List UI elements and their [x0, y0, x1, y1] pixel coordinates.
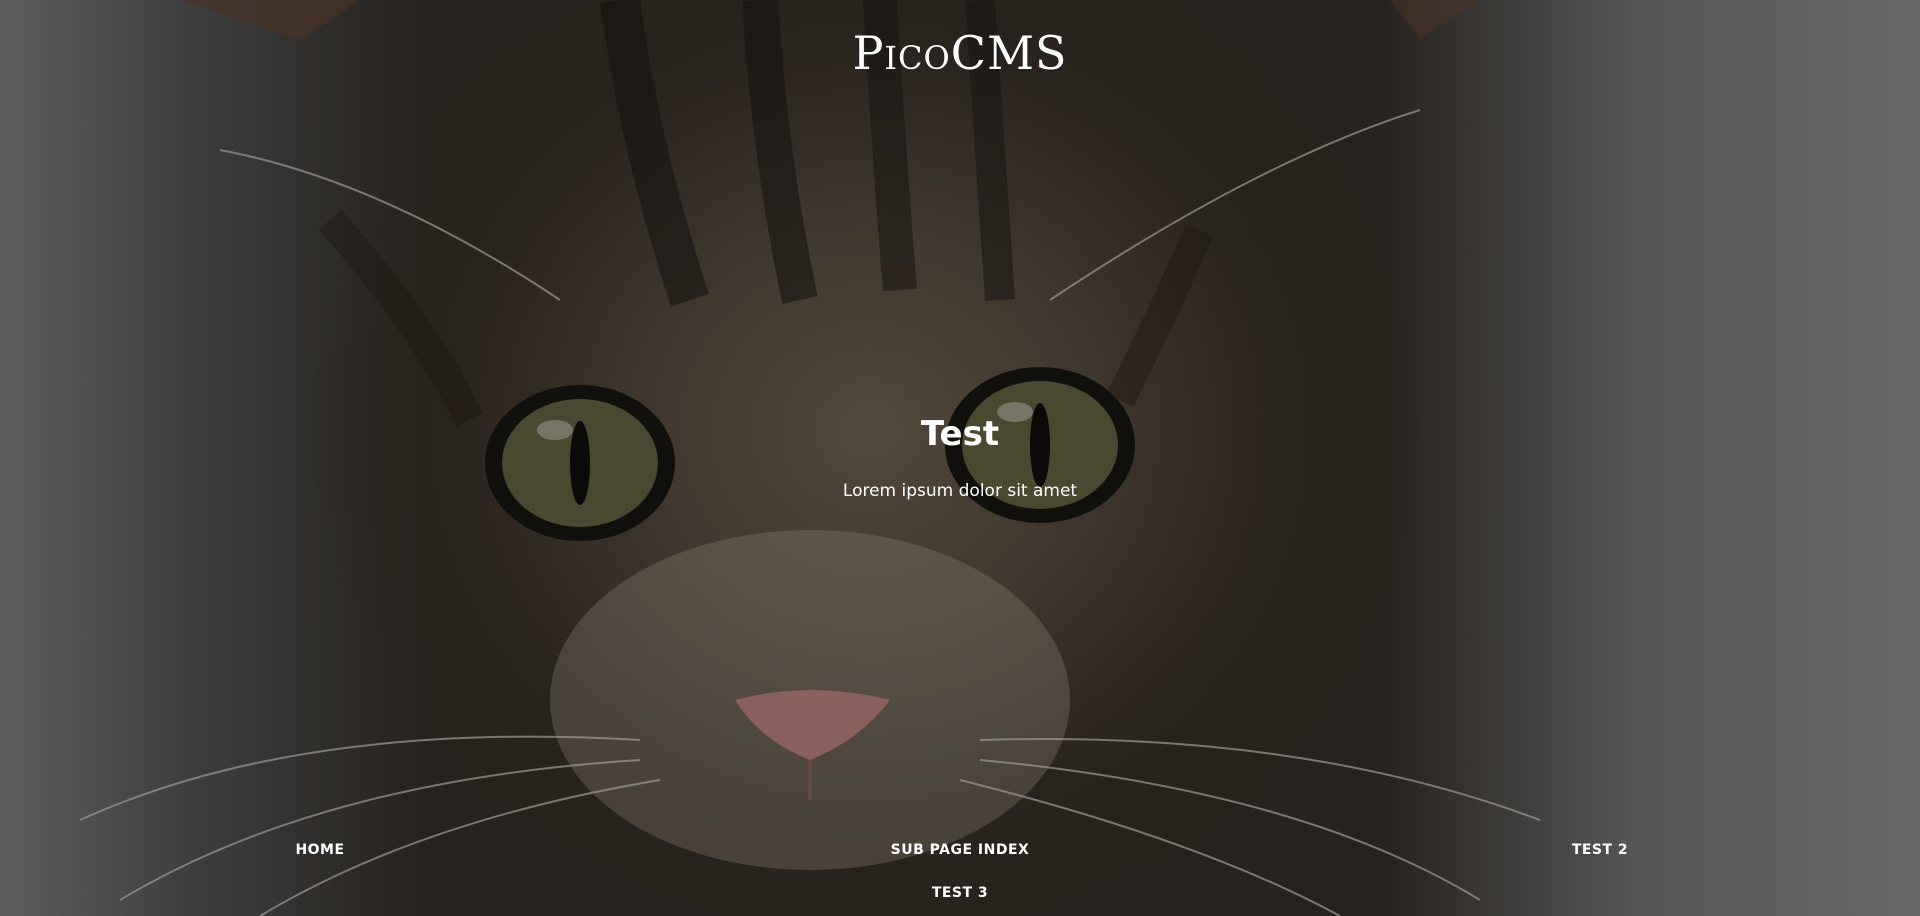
nav-item-sub-page-index[interactable]: SUB PAGE INDEX [840, 842, 1080, 858]
hero-overlay [0, 0, 1920, 916]
nav-item-test-2[interactable]: TEST 2 [1480, 842, 1720, 858]
site-title-link[interactable]: PicoCMS [0, 26, 1920, 80]
main-navigation: HOME SUB PAGE INDEX TEST 2 TEST 3 [0, 840, 1920, 916]
hero-banner: PicoCMS Test Lorem ipsum dolor sit amet … [0, 0, 1920, 916]
page-title: Test [920, 414, 1000, 454]
nav-item-home[interactable]: HOME [200, 842, 440, 858]
nav-item-test-3[interactable]: TEST 3 [840, 885, 1080, 901]
page-description: Lorem ipsum dolor sit amet [842, 481, 1078, 501]
